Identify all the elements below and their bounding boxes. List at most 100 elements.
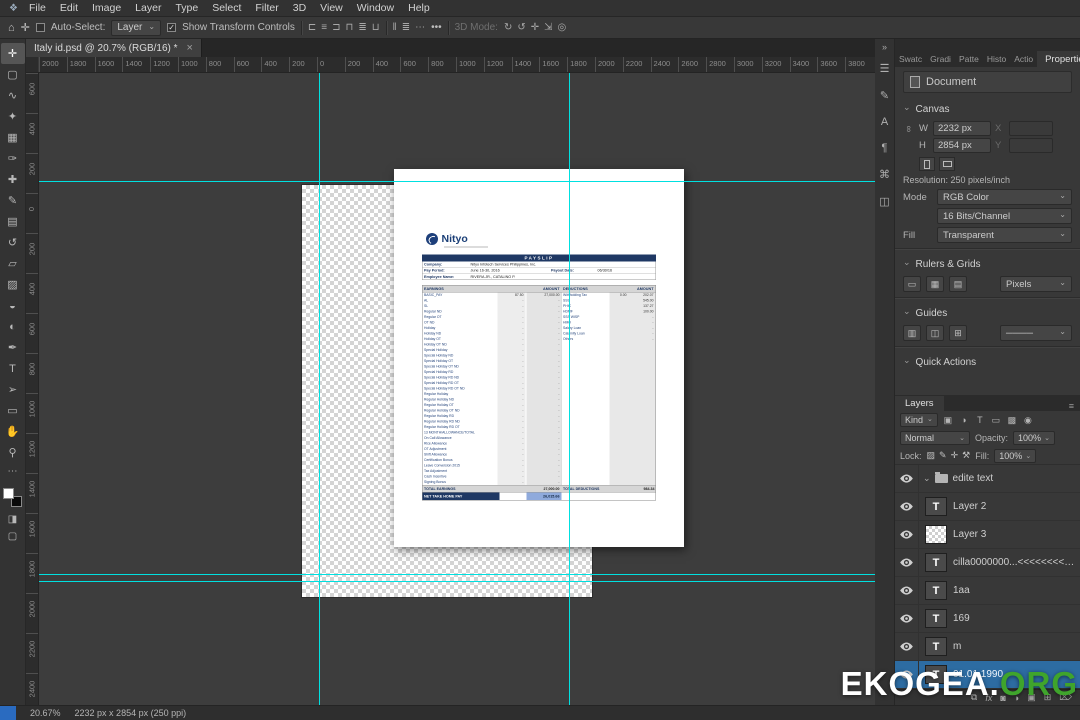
filter-kind-dropdown[interactable]: Kind (900, 413, 938, 427)
3d-drag-icon[interactable]: ✛ (531, 22, 539, 33)
layer-name[interactable]: 1aa (953, 585, 974, 596)
guide-horizontal[interactable] (39, 581, 875, 582)
menu-item[interactable]: File (22, 2, 53, 14)
document-tab[interactable]: Italy id.psd @ 20.7% (RGB/16) * × (26, 39, 202, 57)
rulers-grids-section-header[interactable]: Rulers & Grids (903, 254, 1072, 274)
guide-style-dropdown[interactable]: ──── (1000, 325, 1072, 341)
tool-button[interactable]: ➢ (1, 379, 25, 400)
panel-tab[interactable]: Patte (955, 51, 983, 67)
more-options-icon[interactable]: ••• (431, 22, 442, 33)
layer-visibility-toggle[interactable] (895, 521, 919, 548)
ruler-units-dropdown[interactable]: Pixels (1000, 276, 1072, 292)
align-left-icon[interactable]: ⊏ (308, 22, 316, 33)
tool-button[interactable]: ▦ (1, 127, 25, 148)
layer-visibility-toggle[interactable] (895, 465, 919, 492)
layer-name[interactable]: m (953, 641, 965, 652)
color-mode-dropdown[interactable]: RGB Color (937, 189, 1072, 205)
menu-item[interactable]: Edit (53, 2, 85, 14)
tool-button[interactable]: ▭ (1, 400, 25, 421)
tab-layers[interactable]: Layers (895, 396, 944, 411)
layer-thumbnail[interactable] (925, 637, 947, 656)
layer-visibility-toggle[interactable] (895, 577, 919, 604)
layer-thumbnail[interactable] (925, 581, 947, 600)
toggle-pixel-grid-icon[interactable]: ▤ (949, 276, 967, 292)
panel-tab[interactable]: Actio (1010, 51, 1037, 67)
layer-thumbnail[interactable] (925, 553, 947, 572)
guide-horizontal[interactable] (39, 181, 875, 182)
close-tab-icon[interactable]: × (187, 42, 193, 54)
panel-icon[interactable]: ☰ (880, 62, 890, 75)
panel-tab[interactable]: Histo (983, 51, 1010, 67)
filter-smart-objects-icon[interactable]: ▩ (1006, 415, 1018, 426)
layer-visibility-toggle[interactable] (895, 493, 919, 520)
tool-button[interactable]: ◐ (1, 316, 25, 337)
tool-button[interactable]: ▤ (1, 211, 25, 232)
orientation-portrait-button[interactable] (919, 157, 935, 171)
3d-slide-icon[interactable]: ⇲ (544, 22, 552, 33)
tool-button[interactable]: ✑ (1, 148, 25, 169)
edit-toolbar-icon[interactable]: ⋯ (8, 466, 18, 477)
color-swatches[interactable] (3, 488, 22, 507)
layer-name[interactable]: cilla0000000...<<<<<<<<0 d (953, 557, 1080, 568)
tool-button[interactable]: ▱ (1, 253, 25, 274)
auto-select-target-dropdown[interactable]: Layer (111, 19, 162, 36)
tool-button[interactable]: ✦ (1, 106, 25, 127)
align-middle-icon[interactable]: ≣ (358, 22, 366, 33)
filter-pixel-layers-icon[interactable]: ▣ (942, 415, 954, 426)
link-dimensions-icon[interactable]: ∞ (904, 123, 914, 135)
filter-toggle-icon[interactable]: ◉ (1022, 415, 1034, 426)
3d-scale-icon[interactable]: ◎ (558, 22, 567, 33)
layer-row[interactable]: ⌄ Layer 3 (895, 521, 1080, 549)
clear-guides-icon[interactable]: ⊞ (949, 325, 967, 341)
blend-mode-dropdown[interactable]: Normal (900, 431, 970, 445)
canvas-pasteboard[interactable]: Nityo PAYSLIP Company: Nityo Infotech Se… (39, 73, 875, 705)
quick-actions-section-header[interactable]: Quick Actions (903, 352, 1072, 372)
bit-depth-dropdown[interactable]: 16 Bits/Channel (937, 208, 1072, 224)
menu-item[interactable]: Window (350, 2, 401, 14)
canvas-x-field[interactable] (1009, 121, 1053, 136)
panel-tab[interactable]: Swatc (895, 51, 926, 67)
menu-item[interactable]: Select (205, 2, 248, 14)
panel-tab[interactable]: Gradi (926, 51, 955, 67)
guide-horizontal[interactable] (39, 574, 875, 575)
auto-select-checkbox[interactable] (35, 23, 45, 32)
tool-button[interactable]: ⚲ (1, 442, 25, 463)
tool-button[interactable]: ▢ (1, 64, 25, 85)
menu-item[interactable]: View (313, 2, 350, 14)
panel-icon[interactable]: ✎ (880, 89, 889, 102)
tab-properties[interactable]: Properties (1037, 51, 1080, 67)
lock-position-icon[interactable]: ✛ (951, 450, 959, 461)
layer-row[interactable]: ⌄ 169 (895, 605, 1080, 633)
layer-visibility-toggle[interactable] (895, 605, 919, 632)
layer-visibility-toggle[interactable] (895, 549, 919, 576)
layer-name[interactable]: edite text (953, 473, 998, 484)
group-expand-chevron[interactable]: ⌄ (923, 473, 931, 484)
orientation-landscape-button[interactable] (939, 157, 955, 171)
guide-vertical[interactable] (319, 73, 320, 705)
layer-visibility-toggle[interactable] (895, 633, 919, 660)
menu-item[interactable]: Help (401, 2, 437, 14)
lock-all-icon[interactable]: ⚒ (962, 450, 970, 461)
layer-thumbnail[interactable] (925, 497, 947, 516)
layer-row[interactable]: ⌄ cilla0000000...<<<<<<<<0 d (895, 549, 1080, 577)
menu-item[interactable]: 3D (286, 2, 313, 14)
opacity-field[interactable]: 100% (1013, 431, 1056, 445)
fill-field[interactable]: 100% (994, 448, 1037, 463)
align-bottom-icon[interactable]: ⊔ (372, 22, 380, 33)
canvas-width-field[interactable]: 2232 px (933, 121, 991, 136)
tool-button[interactable]: ✚ (1, 169, 25, 190)
ruler-origin-corner[interactable] (26, 57, 39, 72)
tool-button[interactable]: ∿ (1, 85, 25, 106)
lock-transparency-icon[interactable]: ▨ (927, 450, 936, 461)
canvas-y-field[interactable] (1009, 138, 1053, 153)
filter-shape-layers-icon[interactable]: ▭ (990, 415, 1002, 426)
menu-item[interactable]: Layer (128, 2, 168, 14)
quick-mask-icon[interactable]: ◨ (8, 514, 17, 525)
guide-vertical[interactable] (569, 73, 570, 705)
menu-item[interactable]: Filter (248, 2, 285, 14)
layer-row[interactable]: ⌄ 1aa (895, 577, 1080, 605)
layer-row[interactable]: ⌄ edite text (895, 465, 1080, 493)
tool-button[interactable]: ✒ (1, 337, 25, 358)
zoom-level-field[interactable]: 20.67% (30, 708, 61, 718)
panel-icon[interactable]: ◫ (879, 195, 889, 208)
